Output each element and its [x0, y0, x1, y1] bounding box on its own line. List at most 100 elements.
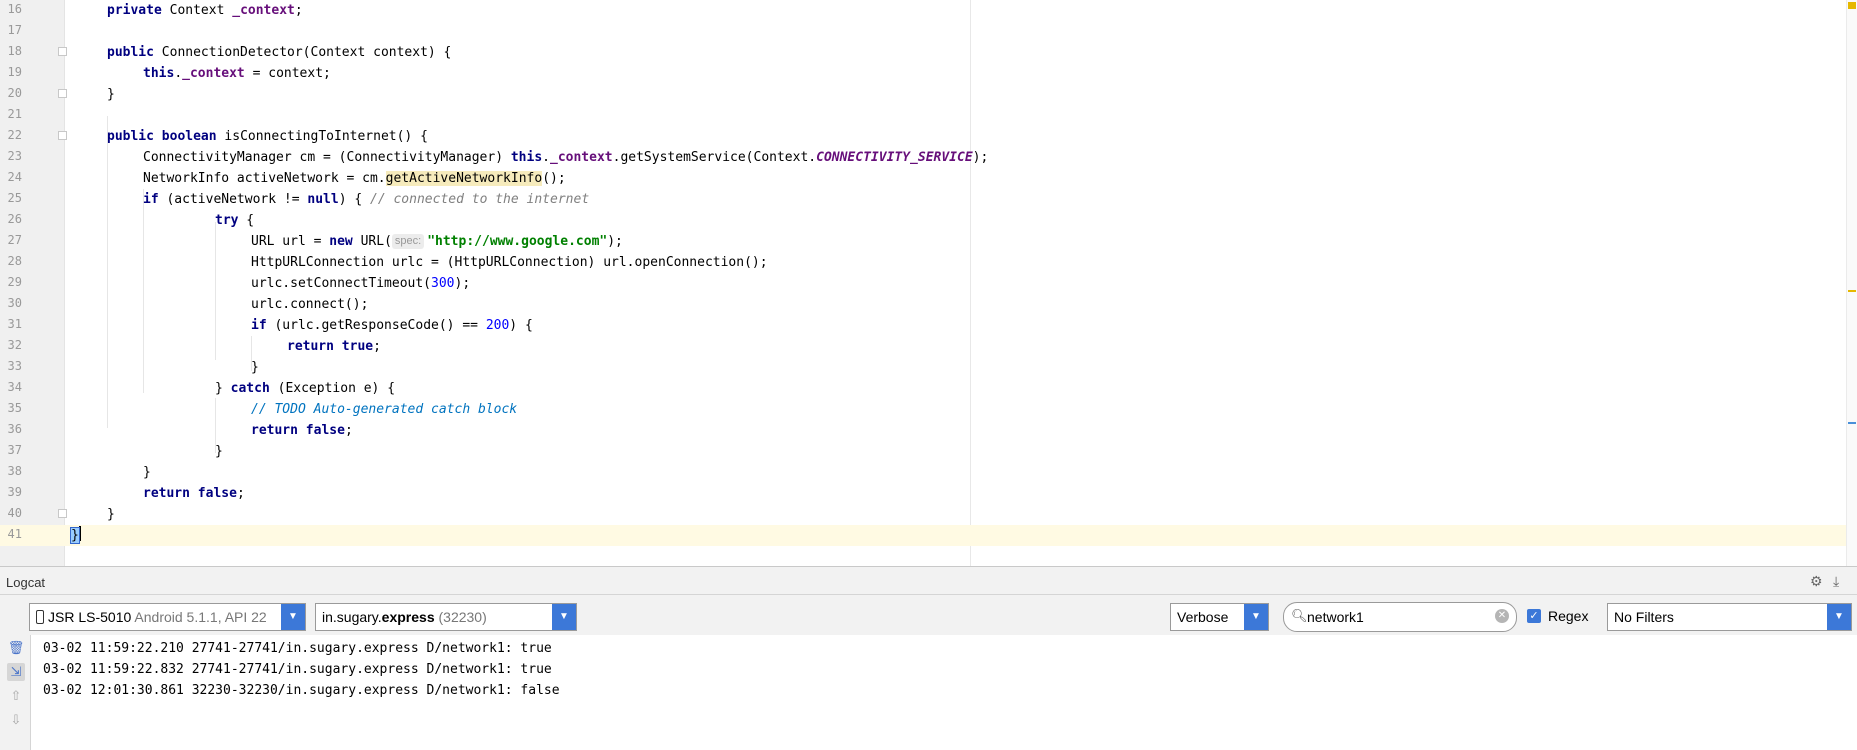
line-number: 41 [7, 527, 22, 541]
code-line-37[interactable]: 37 } [0, 441, 1848, 462]
parameter-hint: spec: [391, 234, 425, 249]
line-number: 19 [7, 65, 22, 79]
text-caret [78, 526, 81, 541]
line-number: 27 [7, 233, 22, 247]
code-text: this._context = context; [143, 66, 331, 81]
device-detail: Android 5.1.1, API 22 [134, 609, 267, 625]
line-number: 34 [7, 380, 22, 394]
warning-marker[interactable] [1848, 290, 1856, 292]
hide-icon[interactable]: ⤓ [1833, 573, 1839, 590]
log-line: 03-02 12:01:30.861 32230-32230/in.sugary… [43, 683, 560, 698]
code-text: // TODO Auto-generated catch block [251, 402, 518, 417]
code-text: } [107, 507, 115, 522]
line-number: 24 [7, 170, 22, 184]
search-icon[interactable]: 🔍︎ [1291, 608, 1308, 624]
device-icon [36, 610, 44, 624]
code-line-40[interactable]: 40 } [0, 504, 1848, 525]
log-level-value: Verbose [1177, 609, 1229, 625]
clear-search-icon[interactable]: ✕ [1495, 609, 1509, 623]
code-text: HttpURLConnection urlc = (HttpURLConnect… [251, 255, 768, 270]
line-number: 21 [7, 107, 22, 121]
regex-checkbox[interactable]: ✓ [1527, 609, 1541, 623]
code-line-23[interactable]: 23 ConnectivityManager cm = (Connectivit… [0, 147, 1848, 168]
code-text: try { [215, 213, 255, 228]
device-selector[interactable]: JSR LS-5010 Android 5.1.1, API 22 ▼ [29, 603, 306, 631]
code-line-34[interactable]: 34 } catch (Exception e) { [0, 378, 1848, 399]
code-line-24[interactable]: 24 NetworkInfo activeNetwork = cm.getAct… [0, 168, 1848, 189]
logcat-toolbar: JSR LS-5010 Android 5.1.1, API 22 ▼ in.s… [0, 594, 1857, 635]
line-number: 28 [7, 254, 22, 268]
code-text: return false; [143, 486, 245, 501]
code-line-39[interactable]: 39 return false; [0, 483, 1848, 504]
fold-toggle-icon[interactable] [58, 131, 67, 140]
code-line-36[interactable]: 36 return false; [0, 420, 1848, 441]
logcat-search[interactable]: 🔍︎ ✕ [1283, 602, 1517, 632]
clear-logcat-icon[interactable]: 🗑︎ [7, 639, 25, 657]
process-name-bold: express [381, 609, 435, 625]
logcat-output[interactable]: 03-02 11:59:22.210 27741-27741/in.sugary… [31, 635, 1857, 750]
code-line-31[interactable]: 31 if (urlc.getResponseCode() == 200) { [0, 315, 1848, 336]
warning-marker[interactable] [1848, 2, 1856, 9]
up-arrow-icon[interactable]: ⇧ [7, 687, 25, 705]
log-line: 03-02 11:59:22.832 27741-27741/in.sugary… [43, 662, 552, 677]
code-line-21[interactable]: 21 [0, 105, 1848, 126]
line-number: 22 [7, 128, 22, 142]
code-line-20[interactable]: 20 } [0, 84, 1848, 105]
info-marker[interactable] [1848, 422, 1856, 424]
line-number: 32 [7, 338, 22, 352]
code-text: URL url = new URL(spec: "http://www.googl… [251, 234, 623, 249]
filter-value: No Filters [1614, 609, 1674, 625]
chevron-down-icon: ▼ [1827, 604, 1851, 630]
code-line-18[interactable]: 18 public ConnectionDetector(Context con… [0, 42, 1848, 63]
code-text: private Context _context; [107, 3, 303, 18]
logcat-panel: Logcat ⚙ ⤓ JSR LS-5010 Android 5.1.1, AP… [0, 566, 1857, 750]
code-line-29[interactable]: 29 urlc.setConnectTimeout(300); [0, 273, 1848, 294]
code-text: return false; [251, 423, 353, 438]
search-input[interactable] [1307, 606, 1482, 628]
device-name: JSR LS-5010 [48, 609, 132, 625]
code-text: } [251, 360, 259, 375]
code-editor[interactable]: 16 private Context _context; 17 18 publi… [0, 0, 1857, 566]
chevron-down-icon: ▼ [1244, 604, 1268, 630]
code-line-16[interactable]: 16 private Context _context; [0, 0, 1848, 21]
fold-toggle-icon[interactable] [58, 47, 67, 56]
settings-icon[interactable]: ⚙ [1810, 573, 1823, 590]
line-number: 29 [7, 275, 22, 289]
code-line-32[interactable]: 32 return true; [0, 336, 1848, 357]
code-line-27[interactable]: 27 URL url = new URL(spec: "http://www.go… [0, 231, 1848, 252]
code-line-22[interactable]: 22 public boolean isConnectingToInternet… [0, 126, 1848, 147]
code-line-26[interactable]: 26 try { [0, 210, 1848, 231]
logcat-side-toolbar: 🗑︎ ⇲ ⇧ ⇩ [0, 635, 31, 750]
code-line-38[interactable]: 38 } [0, 462, 1848, 483]
line-number: 23 [7, 149, 22, 163]
down-arrow-icon[interactable]: ⇩ [7, 711, 25, 729]
code-text: public ConnectionDetector(Context contex… [107, 45, 452, 60]
code-line-17[interactable]: 17 [0, 21, 1848, 42]
code-text: urlc.setConnectTimeout(300); [251, 276, 471, 291]
code-text: if (activeNetwork != null) { // connecte… [143, 192, 590, 207]
code-line-28[interactable]: 28 HttpURLConnection urlc = (HttpURLConn… [0, 252, 1848, 273]
line-number: 35 [7, 401, 22, 415]
fold-end-icon[interactable] [58, 89, 67, 98]
code-line-33[interactable]: 33 } [0, 357, 1848, 378]
process-selector[interactable]: in.sugary.express (32230) ▼ [315, 603, 577, 631]
code-line-41[interactable]: 41 } [0, 525, 1848, 546]
code-line-25[interactable]: 25 if (activeNetwork != null) { // conne… [0, 189, 1848, 210]
line-number: 36 [7, 422, 22, 436]
code-line-19[interactable]: 19 this._context = context; [0, 63, 1848, 84]
code-line-30[interactable]: 30 urlc.connect(); [0, 294, 1848, 315]
regex-label[interactable]: Regex [1548, 608, 1588, 624]
line-number: 33 [7, 359, 22, 373]
scroll-to-end-icon[interactable]: ⇲ [7, 663, 25, 681]
log-level-selector[interactable]: Verbose ▼ [1170, 603, 1269, 631]
code-text: return true; [287, 339, 381, 354]
error-stripe[interactable] [1846, 0, 1857, 566]
filter-selector[interactable]: No Filters ▼ [1607, 603, 1852, 631]
line-number: 25 [7, 191, 22, 205]
fold-end-icon[interactable] [58, 509, 67, 518]
code-text: } [107, 87, 115, 102]
line-number: 26 [7, 212, 22, 226]
line-number: 18 [7, 44, 22, 58]
process-name-prefix: in.sugary. [322, 609, 382, 625]
code-line-35[interactable]: 35 // TODO Auto-generated catch block [0, 399, 1848, 420]
